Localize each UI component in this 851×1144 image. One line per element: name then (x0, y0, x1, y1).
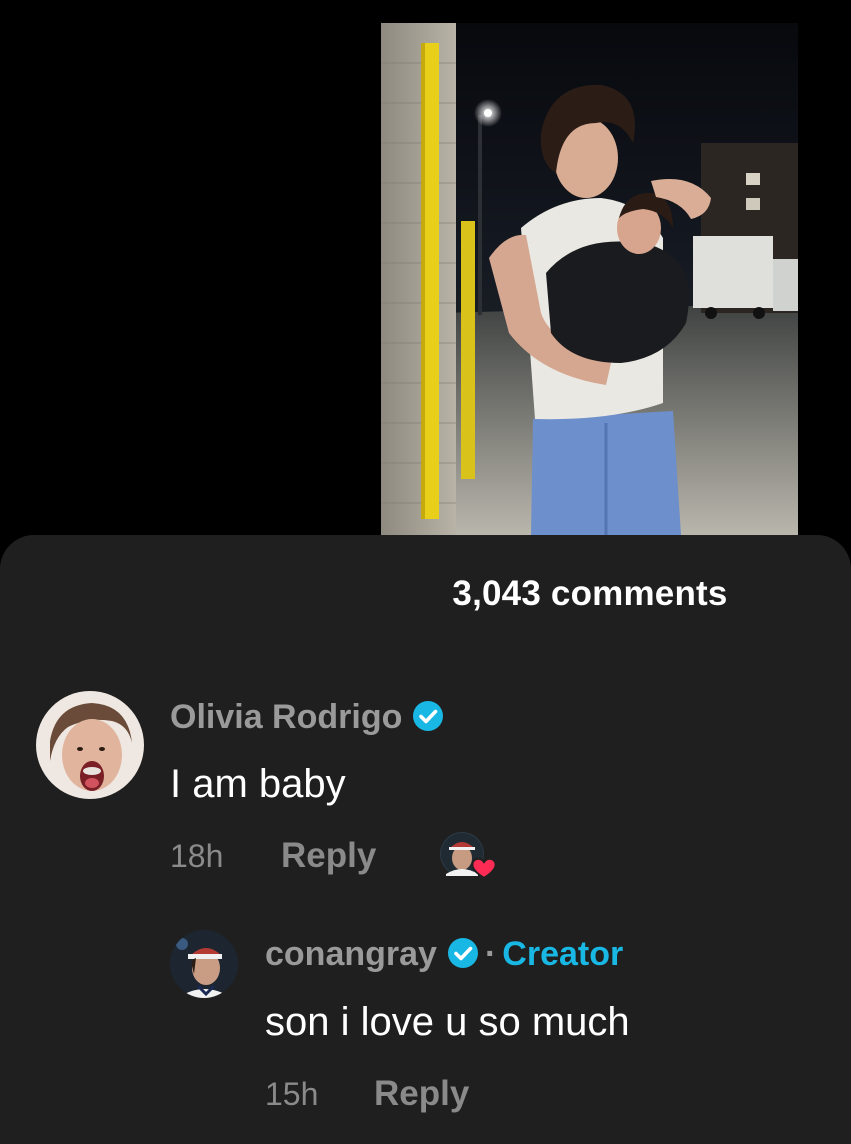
creator-badge: Creator (502, 935, 624, 973)
liked-by-creator-indicator (440, 830, 500, 884)
reply-username[interactable]: conangray · Creator (265, 935, 623, 974)
comment-text: I am baby (170, 762, 346, 806)
creator-like-heart-icon (440, 832, 497, 880)
comment-username[interactable]: Olivia Rodrigo (170, 698, 444, 737)
reply-timestamp: 15h (265, 1076, 319, 1112)
avatar-olivia-rodrigo[interactable] (36, 691, 144, 799)
username-text[interactable]: conangray (265, 935, 437, 973)
reply-button[interactable]: Reply (281, 836, 376, 876)
reply-button[interactable]: Reply (374, 1074, 469, 1114)
verified-badge-icon (447, 938, 478, 969)
video-thumbnail[interactable] (381, 23, 798, 535)
avatar-conangray[interactable] (170, 930, 238, 998)
comments-sheet (0, 535, 851, 1144)
tiktok-comments-screen: 3,043 comments Olivia Rodrigo I am baby … (0, 0, 851, 1144)
separator-dot: · (484, 935, 497, 973)
avatar-sailor-icon (170, 930, 238, 998)
comment-count: 3,043 comments (452, 574, 728, 613)
comment-timestamp: 18h (170, 838, 224, 874)
reply-text: son i love u so much (265, 1000, 630, 1044)
verified-badge-icon (413, 701, 444, 732)
username-text[interactable]: Olivia Rodrigo (170, 698, 402, 736)
video-frame-illustration (381, 23, 798, 535)
avatar-face-icon (36, 691, 144, 799)
